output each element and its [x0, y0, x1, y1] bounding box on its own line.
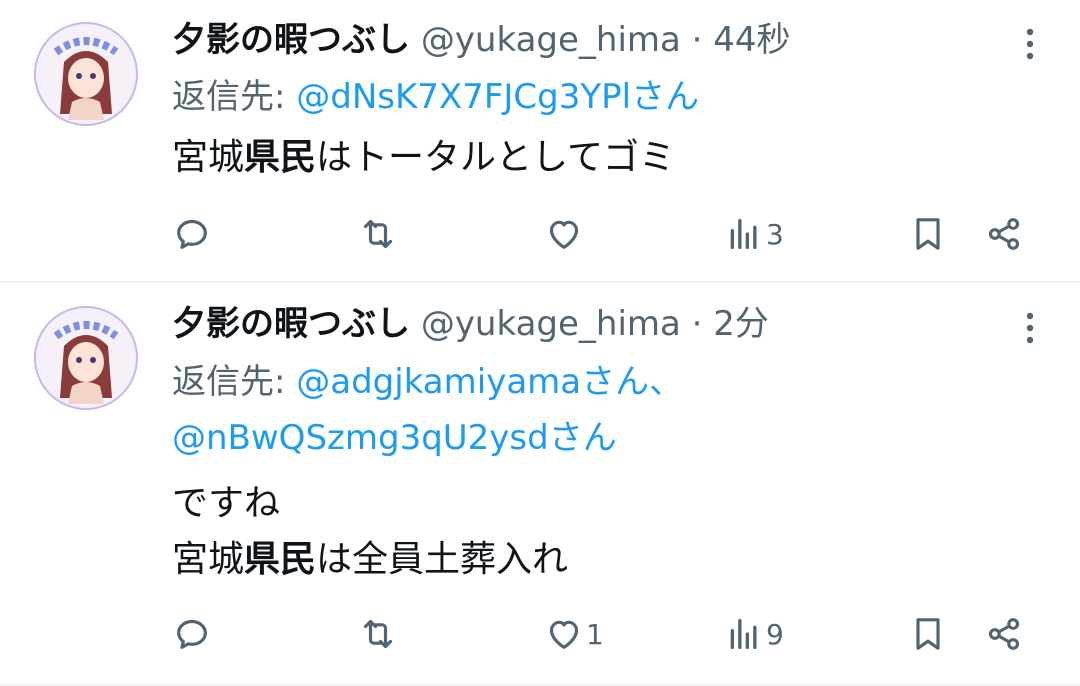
more-vertical-icon[interactable] [1024, 310, 1036, 346]
share-button[interactable] [984, 208, 1024, 260]
tweet-header: 夕影の暇つぶし @yukage_hima · 44秒 [172, 14, 791, 66]
reply-to-line: 返信先: @dNsK7X7FJCg3YPlさん [172, 70, 699, 124]
like-button[interactable]: 1 [544, 608, 604, 660]
tweet-actions: 3 [172, 208, 1052, 260]
reply-button[interactable] [172, 208, 214, 260]
text-segment-bold: 県民 [244, 539, 317, 580]
tweet-text-line: ですね [172, 476, 568, 532]
reply-bubble-icon [177, 619, 207, 649]
share-button[interactable] [984, 608, 1024, 660]
tweet-divider [0, 281, 1080, 283]
reply-prefix: 返信先: [172, 77, 297, 117]
timestamp[interactable]: 44秒 [713, 20, 790, 60]
text-segment: 宮城 [172, 539, 245, 580]
avatar[interactable] [34, 22, 138, 126]
retweet-button[interactable] [358, 608, 400, 660]
separator-dot: · [691, 304, 703, 344]
reply-to-line: 返信先: @adgjkamiyamaさん、 @nBwQSzmg3qU2ysdさん [172, 354, 683, 466]
tweet-header: 夕影の暇つぶし @yukage_hima · 2分 [172, 298, 769, 350]
text-segment-bold: 県民 [244, 137, 317, 178]
more-vertical-icon[interactable] [1024, 26, 1036, 62]
timestamp[interactable]: 2分 [713, 304, 769, 344]
user-handle[interactable]: @yukage_hima [421, 304, 681, 344]
retweet-icon [363, 219, 393, 249]
heart-icon [549, 220, 579, 249]
reply-prefix: 返信先: [172, 362, 297, 402]
reply-mention[interactable]: @nBwQSzmg3qU2ysdさん [172, 418, 617, 458]
display-name[interactable]: 夕影の暇つぶし [172, 20, 410, 60]
views-count: 3 [766, 217, 784, 251]
share-icon [988, 218, 1020, 250]
views-button[interactable]: 9 [724, 608, 784, 660]
reply-button[interactable] [172, 608, 214, 660]
tweet[interactable]: 夕影の暇つぶし @yukage_hima · 2分 返信先: @adgjkami… [0, 284, 1080, 686]
tweet-actions: 1 9 [172, 608, 1052, 660]
reply-bubble-icon [177, 219, 207, 249]
like-button[interactable] [544, 208, 586, 260]
views-bar-chart-icon [730, 219, 757, 249]
reply-mention[interactable]: @dNsK7X7FJCg3YPlさん [296, 77, 699, 117]
share-icon [988, 618, 1020, 650]
text-segment: 宮城 [172, 137, 245, 178]
tweet-body: 宮城県民はトータルとしてゴミ [172, 130, 675, 186]
views-button[interactable]: 3 [724, 208, 784, 260]
reply-mention[interactable]: @adgjkamiyamaさん、 [296, 362, 683, 402]
tweet-text-line: 宮城県民はトータルとしてゴミ [172, 130, 675, 186]
bookmark-button[interactable] [908, 608, 948, 660]
views-count: 9 [766, 617, 784, 651]
bookmark-icon [916, 618, 940, 650]
separator-dot: · [691, 20, 703, 60]
bookmark-icon [916, 218, 940, 250]
retweet-icon [363, 619, 393, 649]
tweet-body: ですね 宮城県民は全員土葬入れ [172, 476, 568, 588]
heart-icon [549, 620, 579, 649]
views-bar-chart-icon [730, 619, 757, 649]
retweet-button[interactable] [358, 208, 400, 260]
display-name[interactable]: 夕影の暇つぶし [172, 304, 410, 344]
tweet-text-line: 宮城県民は全員土葬入れ [172, 532, 568, 588]
user-handle[interactable]: @yukage_hima [421, 20, 681, 60]
bookmark-button[interactable] [908, 208, 948, 260]
text-segment: ですね [172, 483, 281, 524]
avatar[interactable] [34, 306, 138, 410]
like-count: 1 [586, 617, 604, 651]
text-segment: は全員土葬入れ [316, 539, 569, 580]
text-segment: はトータルとしてゴミ [316, 137, 675, 178]
tweet[interactable]: 夕影の暇つぶし @yukage_hima · 44秒 返信先: @dNsK7X7… [0, 0, 1080, 282]
